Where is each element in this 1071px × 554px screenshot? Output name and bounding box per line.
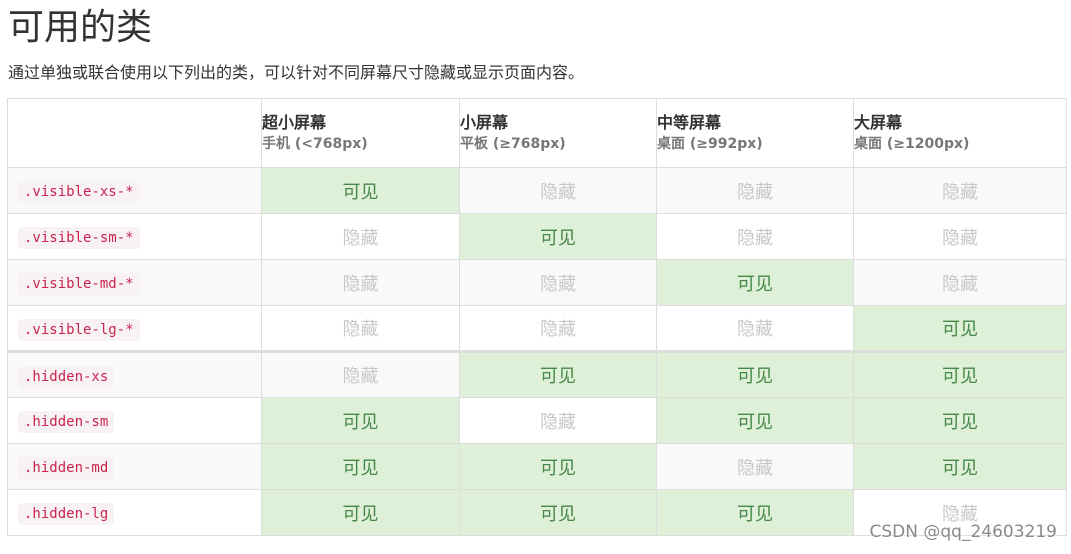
status-cell: 可见 <box>853 443 1067 490</box>
table-row: .visible-sm-* 隐藏 可见 隐藏 隐藏 <box>7 213 1067 260</box>
status-cell: 隐藏 <box>656 443 854 490</box>
class-name: .visible-lg-* <box>18 318 140 341</box>
status-cell: 可见 <box>261 489 460 536</box>
status-cell: 可见 <box>656 350 854 398</box>
header-sub: 手机 (<768px) <box>262 136 368 152</box>
header-sub: 平板 (≥768px) <box>460 136 566 152</box>
status-cell: 隐藏 <box>853 213 1067 260</box>
status-cell: 隐藏 <box>656 213 854 260</box>
status-cell: 可见 <box>853 350 1067 398</box>
header-empty-cell <box>7 98 262 168</box>
status-cell: 可见 <box>261 397 460 444</box>
class-cell: .visible-sm-* <box>7 213 262 260</box>
status-cell: 可见 <box>853 305 1067 352</box>
class-name: .hidden-xs <box>18 365 115 388</box>
header-col-sm: 小屏幕 平板 (≥768px) <box>459 98 657 168</box>
header-sub: 桌面 (≥1200px) <box>854 136 970 152</box>
status-cell: 隐藏 <box>261 305 460 352</box>
page-description: 通过单独或联合使用以下列出的类，可以针对不同屏幕尺寸隐藏或显示页面内容。 <box>8 63 585 82</box>
status-cell: 隐藏 <box>261 350 460 398</box>
responsive-classes-table: 超小屏幕 手机 (<768px) 小屏幕 平板 (≥768px) 中等屏幕 桌面… <box>7 98 1067 536</box>
status-cell: 隐藏 <box>459 167 657 214</box>
header-sub: 桌面 (≥992px) <box>657 136 763 152</box>
class-name: .hidden-md <box>18 457 115 479</box>
class-cell: .visible-md-* <box>7 259 262 306</box>
status-cell: 隐藏 <box>656 167 854 214</box>
status-cell: 隐藏 <box>853 259 1067 306</box>
status-cell: 可见 <box>459 350 657 398</box>
class-name: .hidden-sm <box>18 411 115 433</box>
table-row: .visible-lg-* 隐藏 隐藏 隐藏 可见 <box>7 305 1067 352</box>
header-col-lg: 大屏幕 桌面 (≥1200px) <box>853 98 1067 168</box>
class-name: .hidden-lg <box>18 503 115 525</box>
class-name: .visible-xs-* <box>18 181 140 203</box>
table-row: .visible-xs-* 可见 隐藏 隐藏 隐藏 <box>7 167 1067 214</box>
status-cell: 可见 <box>656 259 854 306</box>
class-name: .visible-md-* <box>18 273 140 295</box>
header-row: 超小屏幕 手机 (<768px) 小屏幕 平板 (≥768px) 中等屏幕 桌面… <box>7 98 1067 168</box>
header-name: 大屏幕 <box>854 113 903 132</box>
status-cell: 可见 <box>656 489 854 536</box>
header-col-xs: 超小屏幕 手机 (<768px) <box>261 98 460 168</box>
table-row: .visible-md-* 隐藏 隐藏 可见 隐藏 <box>7 259 1067 306</box>
status-cell: 隐藏 <box>459 397 657 444</box>
table-row: .hidden-md 可见 可见 隐藏 可见 <box>7 443 1067 490</box>
status-cell: 隐藏 <box>459 305 657 352</box>
class-cell: .visible-lg-* <box>7 305 262 352</box>
status-cell: 隐藏 <box>656 305 854 352</box>
status-cell: 隐藏 <box>261 213 460 260</box>
header-col-md: 中等屏幕 桌面 (≥992px) <box>656 98 854 168</box>
status-cell: 可见 <box>459 443 657 490</box>
status-cell: 隐藏 <box>459 259 657 306</box>
status-cell: 可见 <box>853 397 1067 444</box>
table-row: .hidden-sm 可见 隐藏 可见 可见 <box>7 397 1067 444</box>
status-cell: 可见 <box>261 443 460 490</box>
status-cell: 可见 <box>656 397 854 444</box>
class-cell: .hidden-lg <box>7 489 262 536</box>
page-title: 可用的类 <box>8 7 153 48</box>
status-cell: 可见 <box>261 167 460 214</box>
class-cell: .visible-xs-* <box>7 167 262 214</box>
header-name: 中等屏幕 <box>657 113 722 132</box>
status-cell: 可见 <box>459 213 657 260</box>
class-cell: .hidden-xs <box>7 350 262 398</box>
status-cell: 可见 <box>459 489 657 536</box>
header-name: 小屏幕 <box>460 113 509 132</box>
csdn-watermark: CSDN @qq_24603219 <box>869 522 1057 542</box>
class-name: .visible-sm-* <box>18 227 140 249</box>
class-cell: .hidden-sm <box>7 397 262 444</box>
status-cell: 隐藏 <box>853 167 1067 214</box>
table-row: .hidden-xs 隐藏 可见 可见 可见 <box>7 350 1067 398</box>
status-cell: 隐藏 <box>261 259 460 306</box>
header-name: 超小屏幕 <box>262 113 327 132</box>
class-cell: .hidden-md <box>7 443 262 490</box>
